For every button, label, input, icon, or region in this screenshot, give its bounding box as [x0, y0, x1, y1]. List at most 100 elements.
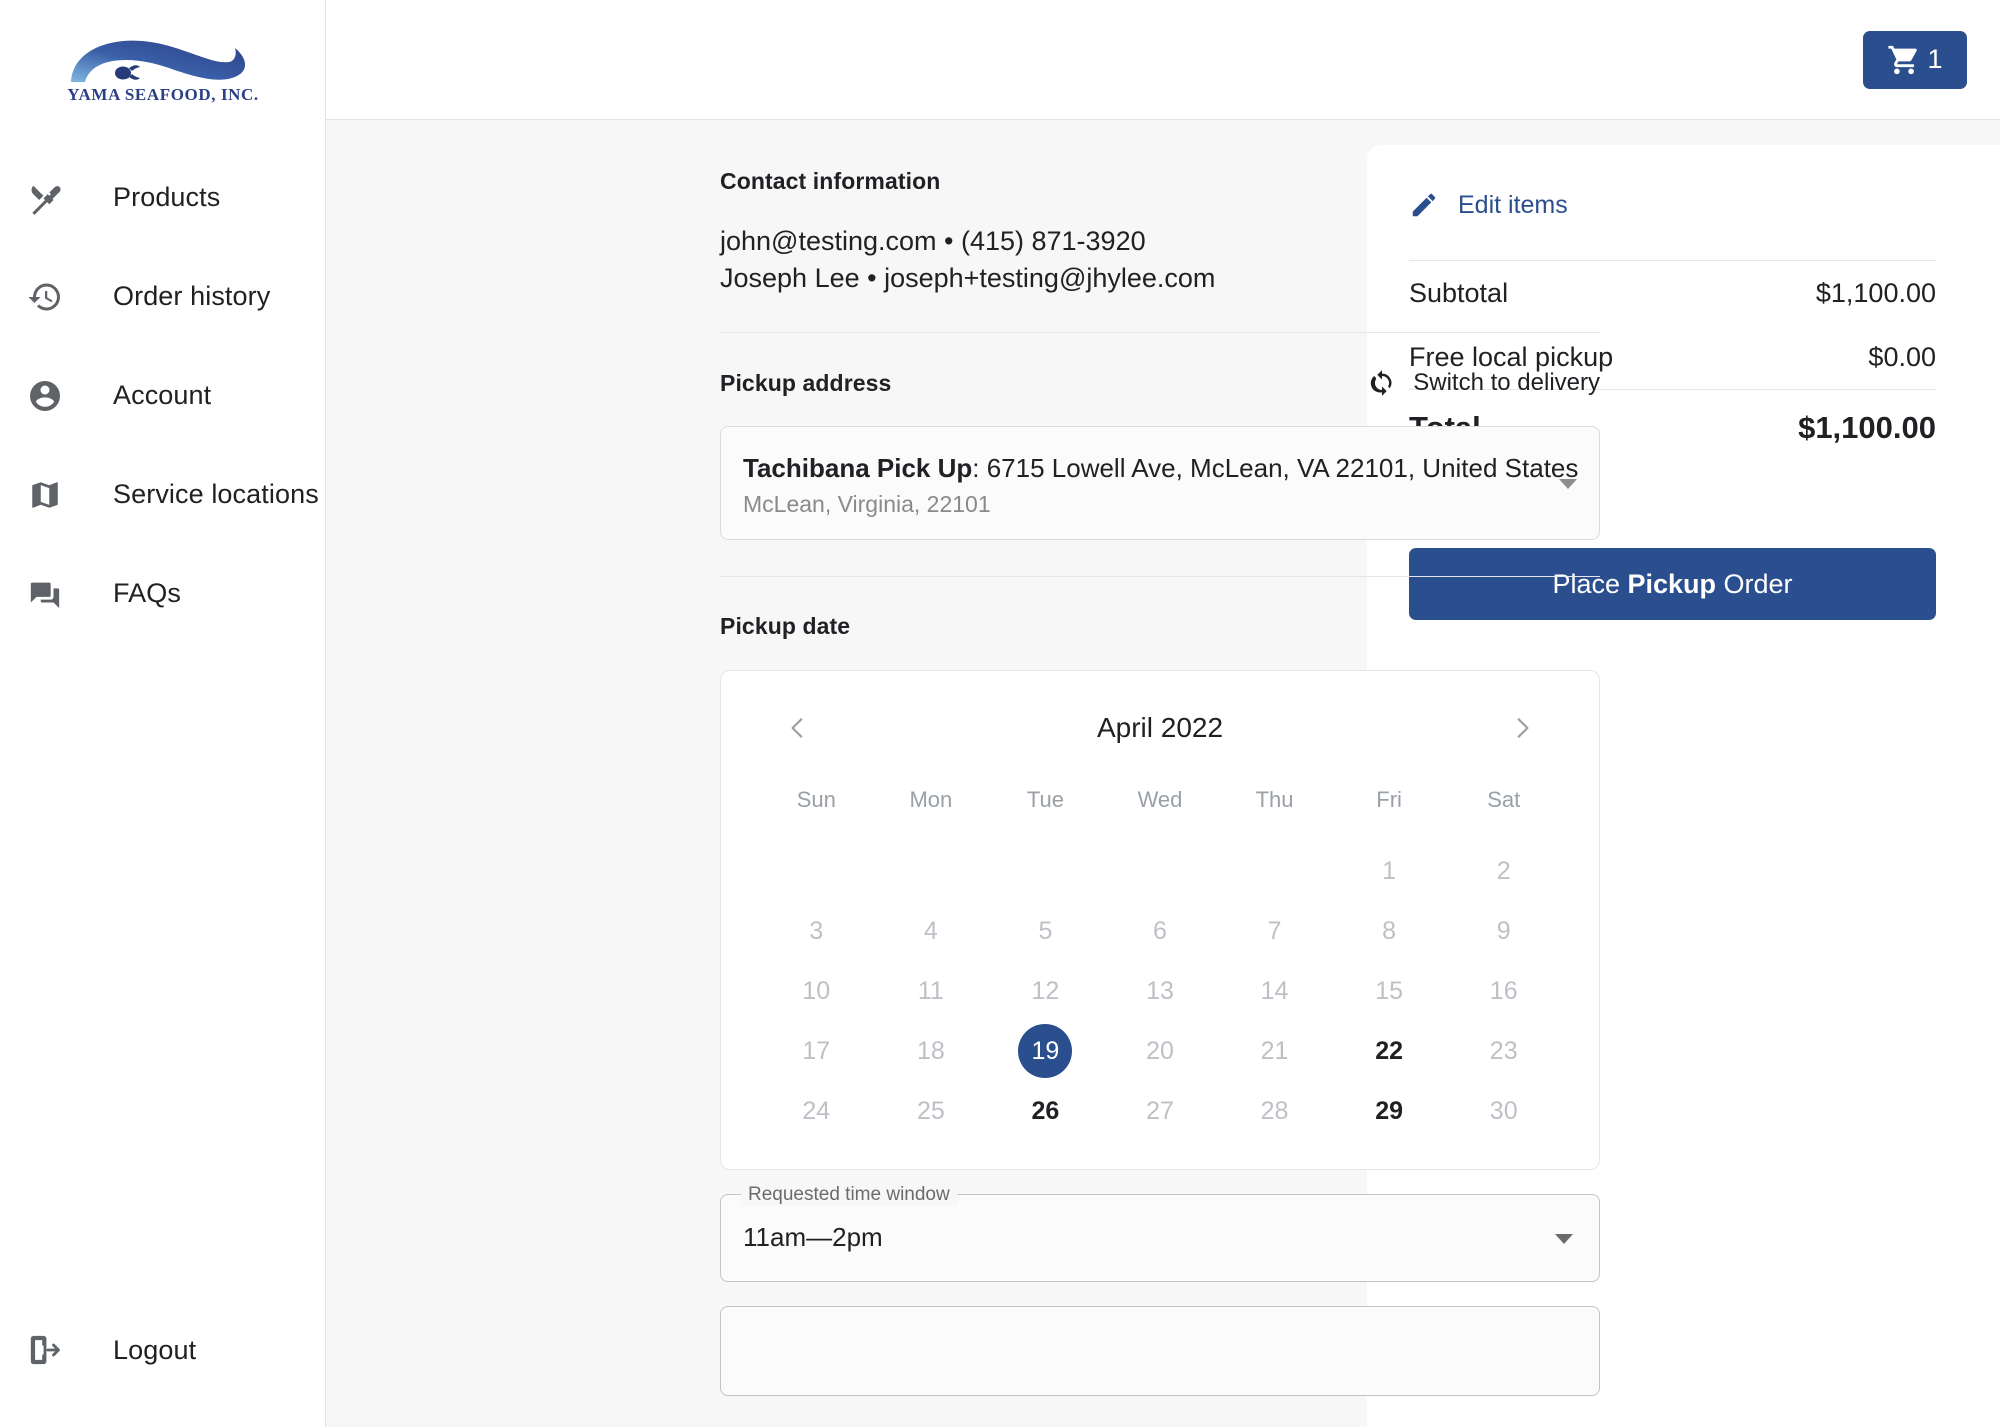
calendar-day-cell[interactable]: 11 — [874, 961, 989, 1021]
calendar-day-cell[interactable]: 24 — [759, 1081, 874, 1141]
switch-to-delivery-label: Switch to delivery — [1413, 369, 1600, 397]
divider — [720, 332, 1600, 334]
calendar-next-month-button[interactable] — [1499, 705, 1545, 751]
calendar-day[interactable]: 20 — [1133, 1024, 1187, 1078]
next-field-partial[interactable] — [720, 1306, 1600, 1397]
calendar-days-grid: 1 2 3 4 5 6 7 8 9 10 11 12 13 14 15 16 17 18 19 20 21 22 23 24 2… — [759, 841, 1561, 1141]
sidebar-item-label: Account — [113, 380, 212, 410]
calendar-day[interactable]: 9 — [1477, 904, 1531, 958]
calendar-day[interactable]: 23 — [1477, 1024, 1531, 1078]
calendar-day[interactable]: 26 — [1018, 1084, 1072, 1138]
calendar-day[interactable]: 11 — [904, 964, 958, 1018]
brand-logo[interactable]: YAMA SEAFOOD, INC. — [0, 0, 325, 126]
calendar-day-cell[interactable]: 7 — [1217, 901, 1332, 961]
requested-time-window-label: Requested time window — [741, 1184, 957, 1207]
calendar-day-cell[interactable]: 9 — [1446, 901, 1561, 961]
calendar-day[interactable]: 1 — [1362, 844, 1416, 898]
chevron-down-icon[interactable] — [1559, 479, 1577, 490]
pickup-address-name: Tachibana Pick Up — [743, 453, 973, 484]
calendar-dow: Sat — [1487, 787, 1521, 813]
calendar-day[interactable]: 29 — [1362, 1084, 1416, 1138]
calendar-day-cell[interactable]: 21 — [1217, 1021, 1332, 1081]
calendar-day[interactable]: 17 — [789, 1024, 843, 1078]
calendar-day[interactable]: 12 — [1018, 964, 1072, 1018]
calendar-day[interactable]: 6 — [1133, 904, 1187, 958]
calendar-day-cell[interactable]: 19 — [988, 1021, 1103, 1081]
calendar-day-cell[interactable]: 23 — [1446, 1021, 1561, 1081]
topbar: 1 — [326, 0, 2000, 120]
contact-information-section: Contact information john@testing.com • (… — [720, 168, 1600, 296]
account-circle-icon — [25, 376, 65, 416]
calendar-day[interactable]: 30 — [1477, 1084, 1531, 1138]
sidebar-item-account[interactable]: Account — [0, 346, 325, 445]
calendar-day[interactable]: 4 — [904, 904, 958, 958]
calendar-day-cell[interactable]: 2 — [1446, 841, 1561, 901]
calendar-day[interactable]: 25 — [904, 1084, 958, 1138]
calendar-day-cell[interactable]: 22 — [1332, 1021, 1447, 1081]
switch-to-delivery-button[interactable]: Switch to delivery — [1368, 369, 1600, 397]
restaurant-utensils-icon — [25, 178, 65, 218]
calendar-day-cell[interactable]: 30 — [1446, 1081, 1561, 1141]
cart-button[interactable]: 1 — [1863, 30, 1967, 89]
calendar-dow: Mon — [909, 787, 953, 813]
sidebar-bottom: Logout — [0, 1320, 325, 1380]
sidebar-nav: Products Order history Account Service l… — [0, 148, 325, 643]
calendar-day-cell[interactable]: 26 — [988, 1081, 1103, 1141]
calendar-day-cell[interactable]: 10 — [759, 961, 874, 1021]
calendar-day-selected[interactable]: 19 — [1018, 1024, 1073, 1079]
calendar-day-cell[interactable]: 5 — [988, 901, 1103, 961]
sidebar-item-faqs[interactable]: FAQs — [0, 544, 325, 643]
calendar-day[interactable]: 24 — [789, 1084, 843, 1138]
chevron-down-icon[interactable] — [1555, 1234, 1573, 1245]
calendar-day[interactable]: 13 — [1133, 964, 1187, 1018]
calendar-day-cell[interactable]: 17 — [759, 1021, 874, 1081]
calendar-day-cell[interactable]: 8 — [1332, 901, 1447, 961]
place-order-strong: Pickup — [1627, 568, 1717, 599]
pickup-address-street: : 6715 Lowell Ave, McLean, VA 22101, Uni… — [972, 453, 1579, 484]
calendar-cell-empty — [874, 841, 989, 901]
calendar-day-cell[interactable]: 6 — [1103, 901, 1218, 961]
calendar-day[interactable]: 28 — [1248, 1084, 1302, 1138]
calendar-day-cell[interactable]: 16 — [1446, 961, 1561, 1021]
calendar-day-cell[interactable]: 20 — [1103, 1021, 1218, 1081]
calendar-day[interactable]: 16 — [1477, 964, 1531, 1018]
calendar-day-cell[interactable]: 15 — [1332, 961, 1447, 1021]
calendar-day[interactable]: 22 — [1362, 1024, 1416, 1078]
calendar-day[interactable]: 21 — [1248, 1024, 1302, 1078]
calendar-day[interactable]: 18 — [904, 1024, 958, 1078]
calendar-day[interactable]: 8 — [1362, 904, 1416, 958]
calendar-day[interactable]: 3 — [789, 904, 843, 958]
calendar-day-cell[interactable]: 1 — [1332, 841, 1447, 901]
calendar-day-cell[interactable]: 18 — [874, 1021, 989, 1081]
calendar-day[interactable]: 7 — [1248, 904, 1302, 958]
calendar-day[interactable]: 5 — [1018, 904, 1072, 958]
calendar-day[interactable]: 2 — [1477, 844, 1531, 898]
checkout-form-column: Contact information john@testing.com • (… — [326, 120, 1600, 1427]
calendar-day-cell[interactable]: 12 — [988, 961, 1103, 1021]
calendar-day-cell[interactable]: 13 — [1103, 961, 1218, 1021]
sidebar-item-order-history[interactable]: Order history — [0, 247, 325, 346]
calendar-day[interactable]: 15 — [1362, 964, 1416, 1018]
calendar-day-cell[interactable]: 4 — [874, 901, 989, 961]
svg-text:YAMA SEAFOOD, INC.: YAMA SEAFOOD, INC. — [67, 85, 259, 104]
sidebar-item-products[interactable]: Products — [0, 148, 325, 247]
calendar-day[interactable]: 14 — [1248, 964, 1302, 1018]
pickup-address-select[interactable]: Tachibana Pick Up: 6715 Lowell Ave, McLe… — [720, 426, 1600, 541]
sidebar-item-logout[interactable]: Logout — [0, 1320, 325, 1380]
calendar-day-cell[interactable]: 14 — [1217, 961, 1332, 1021]
calendar-prev-month-button[interactable] — [775, 705, 821, 751]
sidebar-item-service-locations[interactable]: Service locations — [0, 445, 325, 544]
calendar-day-cell[interactable]: 28 — [1217, 1081, 1332, 1141]
calendar-day-cell[interactable]: 25 — [874, 1081, 989, 1141]
calendar-day-cell[interactable]: 3 — [759, 901, 874, 961]
shopping-cart-icon — [1887, 43, 1921, 77]
sync-icon — [1368, 369, 1396, 397]
pickup-address-value: Tachibana Pick Up: 6715 Lowell Ave, McLe… — [743, 453, 1578, 484]
calendar-day-cell[interactable]: 27 — [1103, 1081, 1218, 1141]
requested-time-window-select[interactable]: Requested time window 11am—2pm — [720, 1184, 1600, 1283]
calendar-day-cell[interactable]: 29 — [1332, 1081, 1447, 1141]
calendar-day[interactable]: 27 — [1133, 1084, 1187, 1138]
content-area: Contact information john@testing.com • (… — [326, 120, 2000, 1427]
pickup-date-title: Pickup date — [720, 613, 851, 640]
calendar-day[interactable]: 10 — [789, 964, 843, 1018]
